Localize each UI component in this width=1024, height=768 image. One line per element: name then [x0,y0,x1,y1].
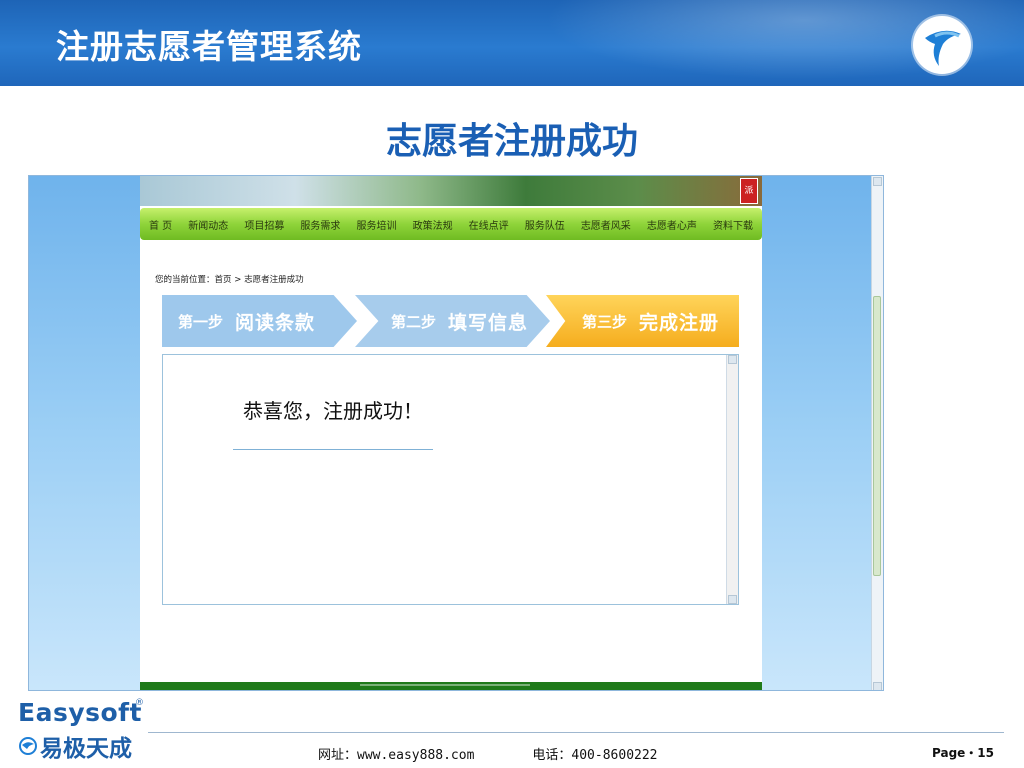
breadcrumb-home-link[interactable]: 首页 [215,275,232,285]
nav-item-downloads[interactable]: 资料下载 [713,217,753,232]
nav-item-training[interactable]: 服务培训 [357,217,397,232]
breadcrumb: 您的当前位置：首页 > 志愿者注册成功 [155,273,304,285]
brand-name-cn-row: 易极天成 [18,729,142,763]
breadcrumb-separator: > [231,275,245,285]
nav-item-service-needs[interactable]: 服务需求 [300,217,340,232]
nav-item-home[interactable]: 首 页 [149,217,172,232]
nav-item-policy[interactable]: 政策法规 [413,217,453,232]
step-label: 填写信息 [448,311,529,334]
footer-website: 网址：www.easy888.com [318,748,475,763]
registered-mark: ® [135,698,144,708]
footer-text-faint [360,684,530,686]
slide-subtitle: 志愿者注册成功 [385,121,638,162]
banner-tag: 派 [740,178,758,204]
step-read-terms: 第一步 阅读条款 [162,295,357,347]
step-label: 阅读条款 [235,311,316,334]
site-footer-bar [140,682,762,690]
nav-item-reviews[interactable]: 在线点评 [469,217,509,232]
footer-phone: 电话：400-8600222 [532,748,658,763]
step-fill-info: 第二步 填写信息 [355,295,550,347]
scroll-down-arrow-icon[interactable] [728,595,737,604]
easysoft-logo: Easysoft ® 易极天成 [18,698,144,763]
page-number: Page・15 [932,746,994,760]
scrollbar-thumb[interactable] [873,296,881,576]
brand-swirl-icon [19,737,37,755]
result-panel-scrollbar[interactable] [726,355,738,604]
step-number: 第一步 [178,312,224,331]
breadcrumb-current: 志愿者注册成功 [244,275,304,285]
scroll-down-arrow-icon[interactable] [873,682,882,690]
result-panel: 恭喜您，注册成功！ [162,354,739,605]
step-number: 第三步 [582,312,628,331]
footer-contact: 网址：www.easy888.com 电话：400-8600222 [318,744,658,763]
slide-header: 注册志愿者管理系统 [0,0,1024,86]
scroll-up-arrow-icon[interactable] [728,355,737,364]
brand-name-cn: 易极天成 [40,736,132,762]
footer-divider [148,732,1004,733]
site-banner: 派 [140,176,762,206]
brand-name-en: Easysoft [18,698,143,727]
success-message: 恭喜您，注册成功！ [243,399,423,423]
company-logo-icon [913,16,971,74]
nav-item-projects[interactable]: 项目招募 [244,217,284,232]
step-label: 完成注册 [639,311,720,334]
registration-steps: 第一步 阅读条款 第二步 填写信息 第三步 完成注册 [162,295,739,347]
nav-item-volunteer-style[interactable]: 志愿者风采 [581,217,631,232]
divider [233,449,433,450]
nav-item-news[interactable]: 新闻动态 [188,217,228,232]
browser-scrollbar[interactable] [871,176,883,690]
slide-title: 注册志愿者管理系统 [56,27,362,66]
step-number: 第二步 [391,312,437,331]
website-page: 派 首 页 新闻动态 项目招募 服务需求 服务培训 政策法规 在线点评 服务队伍… [140,176,762,690]
step-complete-registration: 第三步 完成注册 [546,295,739,347]
nav-item-volunteer-voice[interactable]: 志愿者心声 [647,217,697,232]
site-nav: 首 页 新闻动态 项目招募 服务需求 服务培训 政策法规 在线点评 服务队伍 志… [140,208,762,240]
embedded-browser-screenshot: 派 首 页 新闻动态 项目招募 服务需求 服务培训 政策法规 在线点评 服务队伍… [28,175,884,691]
breadcrumb-prefix: 您的当前位置： [155,275,215,285]
nav-item-teams[interactable]: 服务队伍 [525,217,565,232]
scroll-up-arrow-icon[interactable] [873,177,882,186]
